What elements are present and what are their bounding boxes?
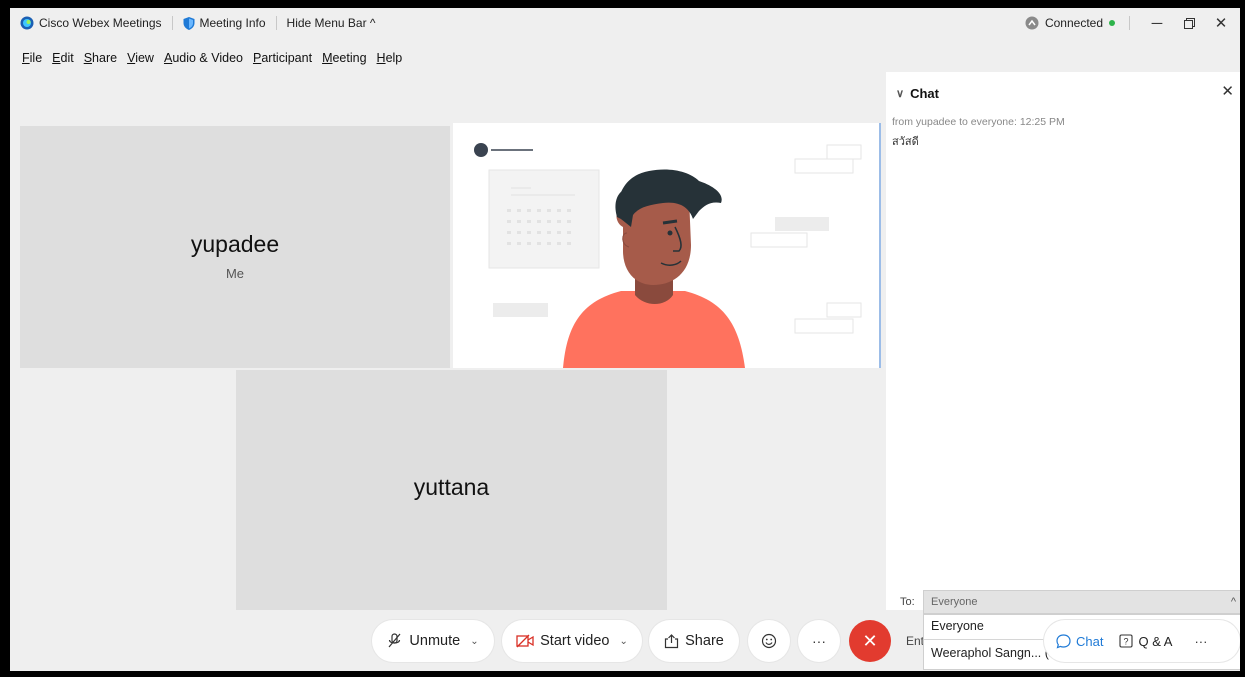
more-icon: ··· xyxy=(1194,633,1208,649)
meeting-info-button[interactable]: Meeting Info xyxy=(173,15,276,31)
qa-button-label: Q & A xyxy=(1138,633,1173,649)
connection-label: Connected xyxy=(1044,16,1103,30)
hide-menu-label: Hide Menu Bar ^ xyxy=(286,16,376,30)
menu-share[interactable]: Share xyxy=(84,51,117,65)
close-chat-button[interactable]: ✕ xyxy=(1221,82,1234,100)
participant-label: Me xyxy=(225,266,245,281)
shield-icon xyxy=(183,16,194,30)
connected-dot-icon xyxy=(1109,20,1115,26)
start-video-button[interactable]: Start video ⌄ xyxy=(502,620,642,662)
person-illustration xyxy=(474,143,862,368)
chat-panel: ∨ Chat ✕ from yupadee to everyone: 12:25… xyxy=(886,72,1240,670)
reactions-button[interactable] xyxy=(748,620,790,662)
message-meta: from yupadee to everyone: 12:25 PM xyxy=(892,116,1065,128)
menu-view[interactable]: View xyxy=(127,51,154,65)
webex-logo-icon xyxy=(20,16,34,30)
menu-edit[interactable]: Edit xyxy=(52,51,74,65)
menu-file[interactable]: File xyxy=(22,51,42,65)
qa-panel-button[interactable]: ? Q & A xyxy=(1111,634,1180,649)
message-input-placeholder[interactable]: Ent xyxy=(906,634,924,648)
panel-toggles: Chat ? Q & A ··· xyxy=(1044,620,1240,662)
shared-content-tile[interactable] xyxy=(453,123,881,368)
hide-menu-bar-button[interactable]: Hide Menu Bar ^ xyxy=(277,15,386,31)
restore-icon xyxy=(1183,17,1195,29)
restore-button[interactable] xyxy=(1176,12,1202,34)
menu-participant[interactable]: Participant xyxy=(253,51,312,65)
unmute-button[interactable]: Unmute ⌄ xyxy=(372,620,494,662)
recipient-select[interactable]: Everyone ^ xyxy=(923,590,1240,614)
menu-audio-video[interactable]: Audio & Video xyxy=(164,51,243,65)
leave-meeting-button[interactable]: ✕ xyxy=(849,620,891,662)
svg-text:?: ? xyxy=(1124,637,1129,647)
share-button[interactable]: Share xyxy=(649,620,739,662)
mic-muted-icon xyxy=(388,633,401,648)
menu-bar: File Edit Share View Audio & Video Parti… xyxy=(10,48,402,68)
chat-header[interactable]: ∨ Chat xyxy=(896,86,939,101)
chat-panel-button[interactable]: Chat xyxy=(1044,634,1111,649)
start-video-label: Start video xyxy=(540,633,610,649)
menu-meeting[interactable]: Meeting xyxy=(322,51,366,65)
title-right: Connected ─ ✕ xyxy=(1025,8,1240,38)
chat-bubble-icon xyxy=(1056,633,1071,648)
smiley-icon xyxy=(761,633,777,649)
to-label: To: xyxy=(900,596,915,608)
app-name: Cisco Webex Meetings xyxy=(39,16,162,30)
share-label: Share xyxy=(685,633,724,649)
chevron-down-icon: ∨ xyxy=(896,88,905,100)
participant-name: yuttana xyxy=(413,474,490,500)
more-icon: ··· xyxy=(812,633,826,649)
minimize-button[interactable]: ─ xyxy=(1144,12,1170,34)
connection-status[interactable]: Connected xyxy=(1025,16,1115,30)
chevron-down-icon: ⌄ xyxy=(470,635,479,647)
meeting-info-label: Meeting Info xyxy=(199,16,266,30)
question-icon: ? xyxy=(1119,634,1134,648)
chat-button-label: Chat xyxy=(1076,633,1104,649)
chevron-down-icon: ⌄ xyxy=(619,635,628,647)
video-off-icon xyxy=(516,634,534,648)
chat-title: Chat xyxy=(910,86,939,101)
close-window-button[interactable]: ✕ xyxy=(1208,12,1234,34)
chevron-up-icon: ^ xyxy=(1230,596,1236,608)
app-title: Cisco Webex Meetings xyxy=(10,15,172,31)
divider xyxy=(1129,16,1130,30)
participant-name: yupadee xyxy=(190,231,280,257)
message-text: สวัสดี xyxy=(892,136,919,148)
webex-window: Cisco Webex Meetings Meeting Info Hide M… xyxy=(10,8,1240,671)
video-tile-self[interactable]: yupadee Me xyxy=(20,126,450,368)
share-icon xyxy=(665,633,679,648)
more-options-button[interactable]: ··· xyxy=(798,620,840,662)
menu-help[interactable]: Help xyxy=(377,51,403,65)
close-icon: ✕ xyxy=(862,630,878,651)
unmute-label: Unmute xyxy=(409,633,461,649)
more-panels-button[interactable]: ··· xyxy=(1180,634,1215,649)
title-bar: Cisco Webex Meetings Meeting Info Hide M… xyxy=(10,8,1240,38)
video-tile-participant[interactable]: yuttana xyxy=(236,370,667,610)
recipient-value: Everyone xyxy=(931,596,978,608)
connection-icon xyxy=(1025,16,1039,30)
